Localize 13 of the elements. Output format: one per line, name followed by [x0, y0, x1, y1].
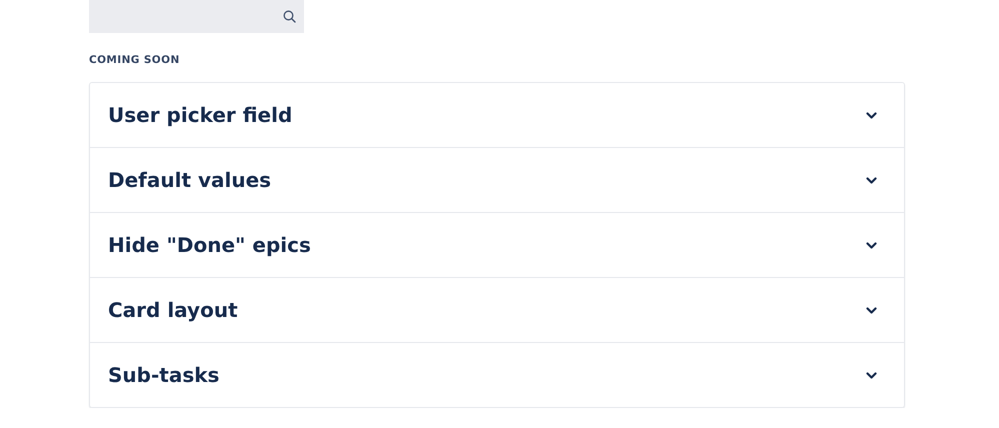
section-heading: COMING SOON: [89, 53, 181, 67]
accordion-panel[interactable]: Hide "Done" epics: [90, 212, 904, 277]
accordion-panel[interactable]: Sub-tasks: [90, 342, 904, 407]
panel-title: Hide "Done" epics: [108, 233, 311, 257]
accordion-panel[interactable]: Default values: [90, 147, 904, 212]
search-field[interactable]: [89, 0, 304, 33]
panel-title: Default values: [108, 168, 272, 192]
panel-title: User picker field: [108, 103, 292, 127]
accordion-panel[interactable]: User picker field: [90, 83, 904, 147]
accordion-panel[interactable]: Card layout: [90, 277, 904, 342]
panel-title: Card layout: [108, 298, 238, 322]
search-icon: [283, 10, 296, 23]
panel-title: Sub-tasks: [108, 363, 220, 387]
